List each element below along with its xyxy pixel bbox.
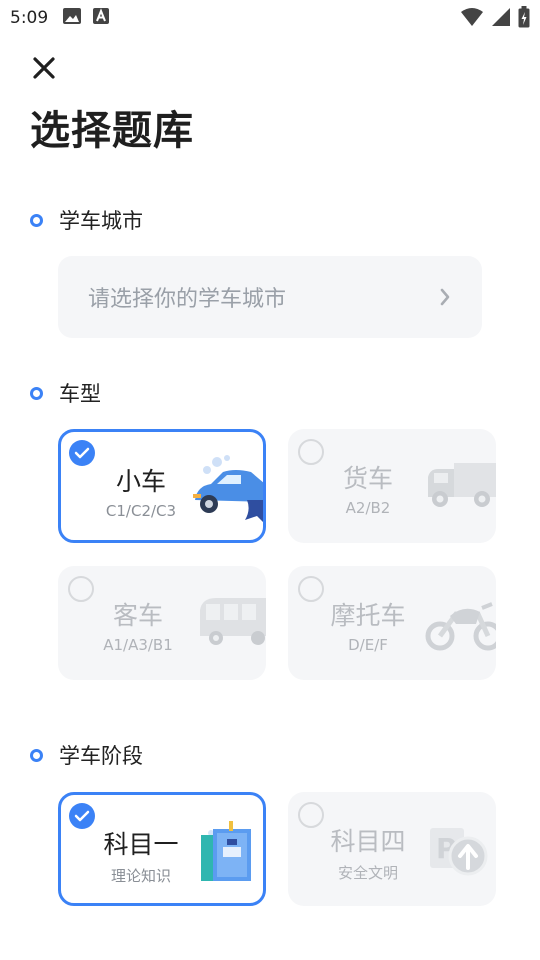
section-label: 学车阶段 [59, 744, 143, 768]
status-time: 5:09 [10, 8, 49, 28]
stage-card-subject-1[interactable]: 科目一 理论知识 [58, 792, 266, 906]
signal-icon [490, 7, 512, 31]
section-label: 学车城市 [59, 209, 143, 233]
status-bar: 5:09 [0, 0, 540, 36]
vehicle-card-truck[interactable]: 货车 A2/B2 [288, 429, 496, 543]
stage-card-subject-4[interactable]: 科目四 安全文明 P [288, 792, 496, 906]
close-button[interactable] [26, 50, 62, 86]
parking-sign-icon: P [420, 810, 496, 890]
book-icon [187, 813, 263, 893]
motorcycle-icon [420, 584, 496, 664]
bus-icon [190, 584, 266, 664]
vehicle-card-motorcycle[interactable]: 摩托车 D/E/F [288, 566, 496, 680]
section-stage-header: 学车阶段 [30, 740, 143, 770]
close-icon [33, 57, 55, 79]
city-placeholder: 请选择你的学车城市 [88, 287, 287, 312]
section-label: 车型 [59, 382, 101, 406]
vehicle-card-bus[interactable]: 客车 A1/A3/B1 [58, 566, 266, 680]
font-icon [92, 7, 110, 29]
section-dot-icon [30, 386, 43, 400]
section-city-header: 学车城市 [30, 205, 143, 235]
section-dot-icon [30, 213, 43, 227]
car-icon [187, 450, 263, 530]
image-icon [62, 7, 82, 29]
battery-icon [518, 6, 530, 32]
section-dot-icon [30, 748, 43, 762]
truck-icon [420, 447, 496, 527]
section-vehicle-header: 车型 [30, 378, 101, 408]
city-select[interactable]: 请选择你的学车城市 [58, 256, 482, 338]
wifi-icon [460, 7, 484, 31]
page-title: 选择题库 [30, 108, 194, 154]
chevron-right-icon [438, 287, 452, 307]
vehicle-card-car[interactable]: 小车 C1/C2/C3 [58, 429, 266, 543]
